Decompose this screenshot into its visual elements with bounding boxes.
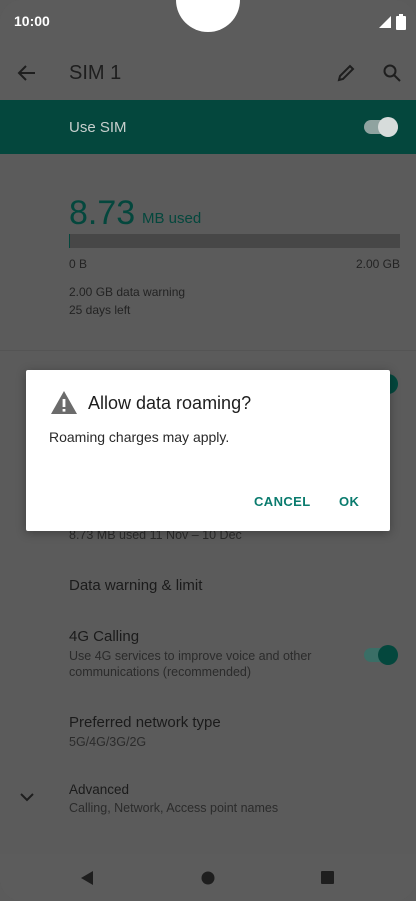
battery-icon [396,14,406,30]
search-icon[interactable] [376,57,408,89]
dialog-title: Allow data roaming? [88,393,252,413]
preferred-network-subtitle: 5G/4G/3G/2G [69,735,147,749]
4g-calling-subtitle-2: communications (recommended) [69,665,252,679]
4g-calling-toggle[interactable] [364,645,398,665]
back-arrow-icon[interactable] [11,57,43,89]
usage-min-label: 0 B [69,257,88,271]
usage-amount: 8.73 [69,194,136,232]
ok-button[interactable]: OK [339,494,359,509]
advanced-title: Advanced [69,782,130,797]
usage-max-label: 2.00 GB [355,257,400,271]
status-bar: 10:00 [0,0,416,46]
screen: 10:00 SIM 1 Use SIM 8.73 MB used 0 B 2.0… [0,0,416,901]
preferred-network-title: Preferred network type [69,714,221,731]
usage-progress-fill [69,234,71,248]
usage-progress-bar [69,234,400,248]
status-time: 10:00 [14,13,50,29]
page-title: SIM 1 [69,62,122,84]
use-sim-toggle[interactable] [364,117,398,137]
use-sim-row[interactable]: Use SIM [0,100,416,154]
data-warning-text: 2.00 GB data warning [69,285,186,299]
toggle-knob [378,117,398,137]
dialog-message: Roaming charges may apply. [49,429,230,445]
status-icons [378,14,406,30]
advanced-subtitle: Calling, Network, Access point names [69,801,279,815]
nav-home-icon[interactable] [201,871,215,885]
roaming-dialog: Allow data roaming? Roaming charges may … [26,370,390,531]
toggle-knob [378,645,398,665]
data-warning-limit-title: Data warning & limit [69,577,203,594]
signal-icon [379,16,391,28]
pencil-icon[interactable] [330,57,362,89]
nav-back-icon[interactable] [80,870,94,886]
days-left-text: 25 days left [69,303,131,317]
warning-icon [51,391,77,414]
app-bar: SIM 1 [0,46,416,100]
cancel-button[interactable]: CANCEL [254,494,311,509]
divider [0,350,416,351]
navigation-bar [0,854,416,901]
usage-unit: MB used [142,210,202,227]
camera-notch [176,0,240,32]
nav-recents-icon[interactable] [321,871,334,884]
use-sim-label: Use SIM [69,119,127,136]
4g-calling-title: 4G Calling [69,628,140,645]
chevron-down-icon [20,793,34,802]
4g-calling-subtitle-1: Use 4G services to improve voice and oth… [69,649,312,663]
